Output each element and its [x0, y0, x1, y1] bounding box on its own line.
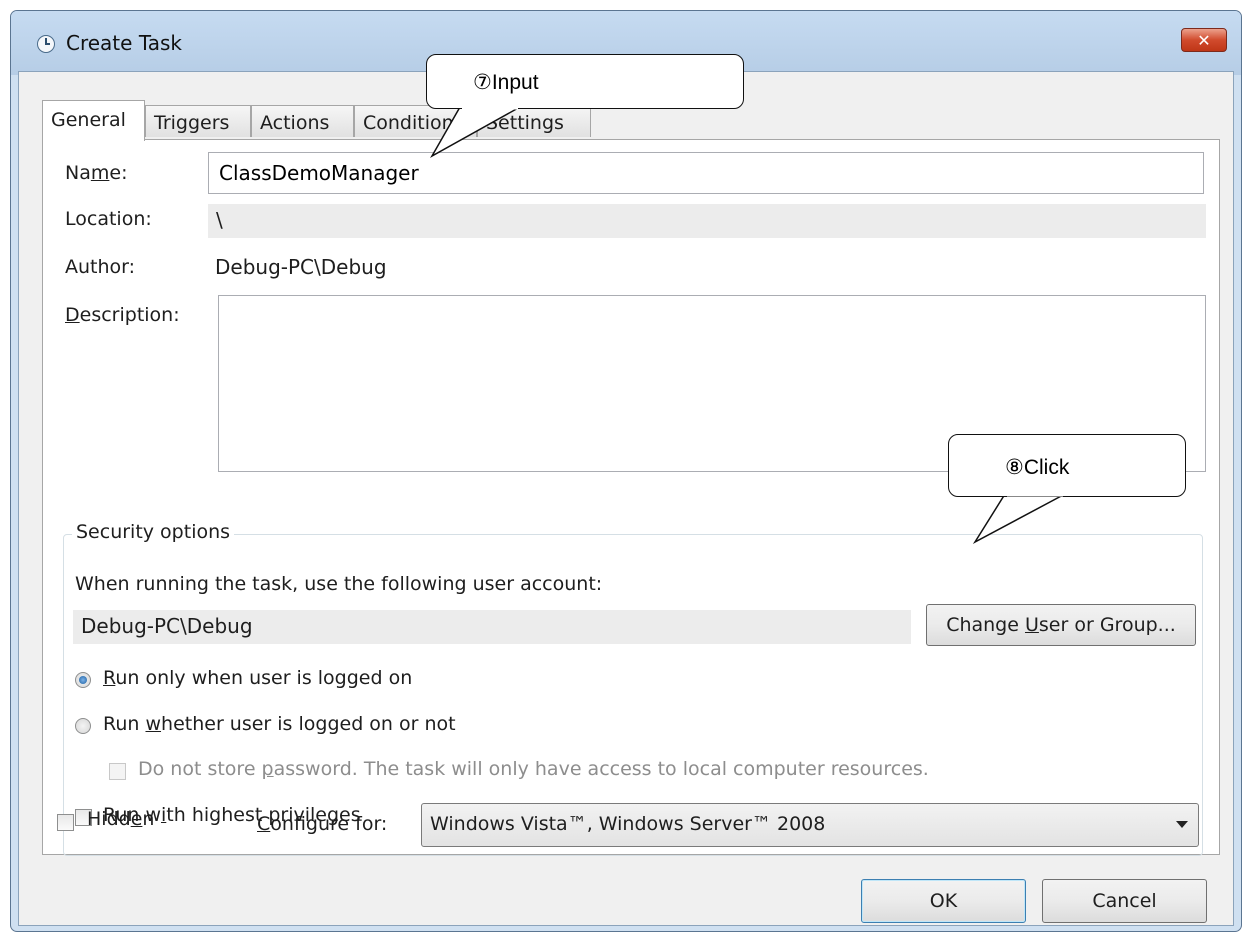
input-callout-text: ⑦Input — [473, 71, 539, 94]
name-label: Name: — [65, 162, 128, 184]
configure-for-value: Windows Vista™, Windows Server™ 2008 — [430, 813, 826, 835]
hidden-label[interactable]: Hidden — [87, 808, 154, 830]
configure-for-label: Configure for: — [257, 813, 388, 835]
close-icon: ✕ — [1197, 31, 1211, 50]
tab-settings[interactable]: Settings — [477, 105, 591, 137]
chevron-down-icon — [1176, 821, 1188, 828]
ok-button[interactable]: OK — [861, 879, 1026, 923]
tab-general[interactable]: General — [42, 100, 145, 141]
hidden-checkbox[interactable] — [57, 814, 74, 831]
run-only-logged-on-label[interactable]: Run only when user is logged on — [103, 667, 412, 689]
do-not-store-password-label: Do not store password. The task will onl… — [138, 758, 929, 780]
location-value: \ — [208, 204, 1206, 238]
close-button[interactable]: ✕ — [1181, 28, 1227, 52]
author-value: Debug-PC\Debug — [215, 255, 387, 279]
location-label: Location: — [65, 208, 152, 230]
description-label: Description: — [65, 304, 180, 326]
user-account-value: Debug-PC\Debug — [73, 610, 911, 644]
clock-icon — [37, 35, 55, 53]
run-whether-logged-on-label[interactable]: Run whether user is logged on or not — [103, 713, 456, 735]
run-only-logged-on-radio[interactable] — [75, 672, 91, 688]
cancel-button[interactable]: Cancel — [1042, 879, 1207, 923]
account-prompt: When running the task, use the following… — [75, 573, 603, 595]
click-callout-text: ⑧Click — [1005, 456, 1070, 479]
click-callout: ⑧Click — [948, 434, 1186, 497]
do-not-store-password-checkbox[interactable] — [109, 763, 126, 780]
security-options-title: Security options — [72, 521, 235, 543]
input-callout: ⑦Input — [426, 54, 744, 109]
author-label: Author: — [65, 256, 136, 278]
tab-actions[interactable]: Actions — [251, 105, 354, 137]
window-title: Create Task — [66, 31, 182, 55]
tab-conditions[interactable]: Conditions — [354, 105, 477, 137]
dialog-client-area: General Triggers Actions Conditions Sett… — [18, 71, 1234, 926]
configure-for-dropdown[interactable]: Windows Vista™, Windows Server™ 2008 — [421, 803, 1199, 847]
general-tab-panel: Name: Location: \ Author: Debug-PC\Debug… — [42, 139, 1220, 856]
name-input[interactable] — [208, 152, 1204, 194]
change-user-or-group-button[interactable]: Change User or Group... — [926, 604, 1196, 646]
run-whether-logged-on-radio[interactable] — [75, 718, 91, 734]
tab-triggers[interactable]: Triggers — [145, 105, 251, 137]
